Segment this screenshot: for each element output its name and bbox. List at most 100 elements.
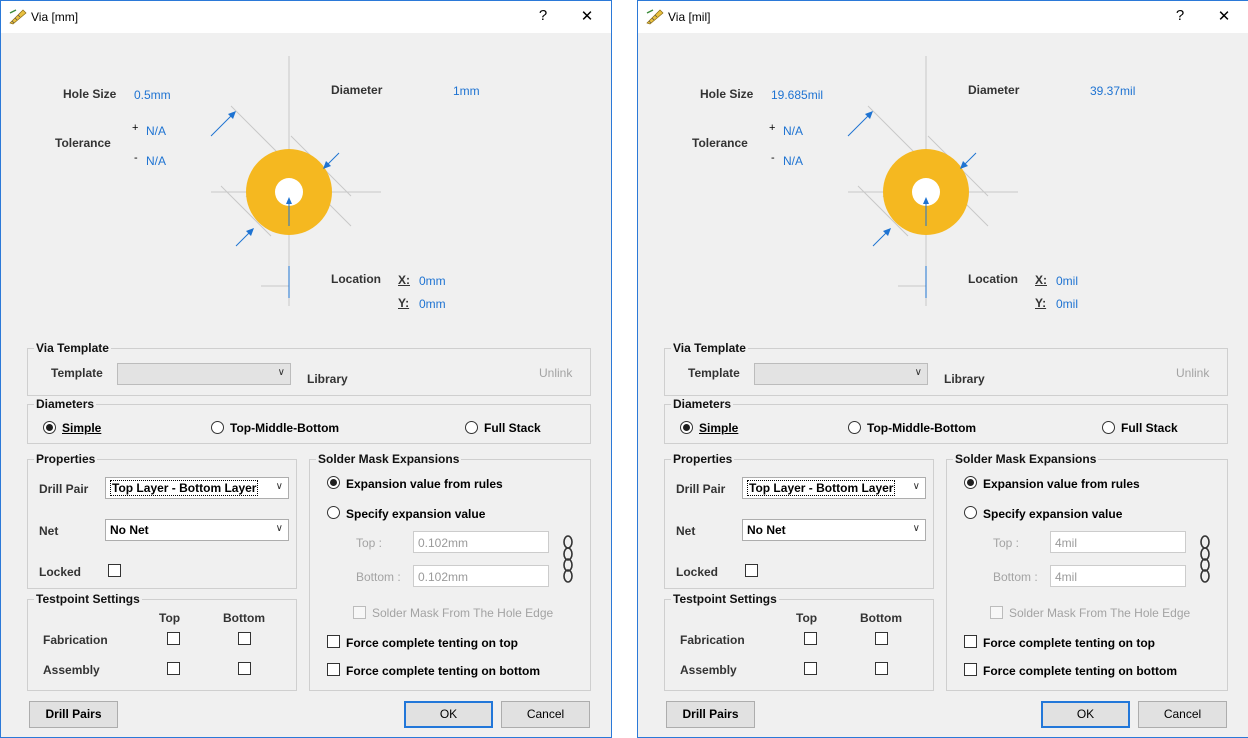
tent-top-checkbox[interactable]	[964, 635, 977, 648]
diameters-title: Diameters	[671, 397, 734, 411]
fabrication-top-checkbox[interactable]	[804, 632, 817, 645]
mask-top-input[interactable]: 0.102mm	[413, 531, 549, 553]
help-button[interactable]: ?	[531, 7, 555, 24]
drill-pair-label: Drill Pair	[676, 482, 726, 496]
cancel-button[interactable]: Cancel	[501, 701, 590, 728]
full-stack-radio[interactable]	[465, 421, 478, 434]
testpoint-col-bottom: Bottom	[223, 611, 265, 625]
template-label: Template	[688, 366, 740, 380]
testpoint-col-top: Top	[159, 611, 181, 625]
specify-expansion-radio[interactable]	[964, 506, 977, 519]
close-button[interactable]: ✕	[1212, 7, 1236, 25]
tolerance-plus-value[interactable]: N/A	[146, 124, 166, 138]
full-stack-radio-label[interactable]: Full Stack	[484, 421, 541, 435]
assembly-bottom-checkbox[interactable]	[875, 662, 888, 675]
template-dropdown[interactable]: ∨	[117, 363, 291, 385]
expansion-from-rules-label[interactable]: Expansion value from rules	[983, 477, 1140, 491]
locked-checkbox[interactable]	[745, 564, 758, 577]
cancel-button[interactable]: Cancel	[1138, 701, 1227, 728]
chain-link-icon[interactable]	[562, 535, 574, 583]
mask-from-hole-edge-checkbox[interactable]	[353, 606, 366, 619]
help-button[interactable]: ?	[1168, 7, 1192, 24]
tolerance-minus-value[interactable]: N/A	[146, 154, 166, 168]
properties-title: Properties	[671, 452, 735, 466]
testpoint-row-assembly: Assembly	[43, 663, 100, 677]
title-bar: Via [mil] ? ✕	[638, 1, 1248, 33]
diameter-value[interactable]: 39.37mil	[1090, 84, 1135, 98]
tent-top-checkbox[interactable]	[327, 635, 340, 648]
drill-pair-dropdown[interactable]: Top Layer - Bottom Layer ∨	[105, 477, 289, 499]
specify-expansion-radio[interactable]	[327, 506, 340, 519]
top-middle-bottom-radio[interactable]	[848, 421, 861, 434]
expansion-from-rules-label[interactable]: Expansion value from rules	[346, 477, 503, 491]
mask-bottom-input[interactable]: 4mil	[1050, 565, 1186, 587]
y-value[interactable]: 0mm	[419, 297, 446, 311]
testpoint-title: Testpoint Settings	[34, 592, 142, 606]
assembly-top-checkbox[interactable]	[167, 662, 180, 675]
hole-size-value[interactable]: 19.685mil	[771, 88, 823, 102]
solder-mask-title: Solder Mask Expansions	[953, 452, 1099, 466]
x-value[interactable]: 0mil	[1056, 274, 1078, 288]
fabrication-bottom-checkbox[interactable]	[238, 632, 251, 645]
hole-size-value[interactable]: 0.5mm	[134, 88, 171, 102]
simple-radio[interactable]	[43, 421, 56, 434]
tolerance-plus-value[interactable]: N/A	[783, 124, 803, 138]
mask-from-hole-edge-label[interactable]: Solder Mask From The Hole Edge	[372, 606, 553, 620]
tent-bottom-label[interactable]: Force complete tenting on bottom	[346, 664, 540, 678]
specify-expansion-label[interactable]: Specify expansion value	[983, 507, 1122, 521]
chain-link-icon[interactable]	[1199, 535, 1211, 583]
drill-pairs-button[interactable]: Drill Pairs	[666, 701, 755, 728]
y-value[interactable]: 0mil	[1056, 297, 1078, 311]
simple-radio-label[interactable]: Simple	[699, 421, 738, 435]
tent-bottom-checkbox[interactable]	[327, 663, 340, 676]
tent-top-label[interactable]: Force complete tenting on top	[346, 636, 518, 650]
tolerance-minus-value[interactable]: N/A	[783, 154, 803, 168]
net-dropdown[interactable]: No Net ∨	[105, 519, 289, 541]
ok-button[interactable]: OK	[1041, 701, 1130, 728]
ok-button[interactable]: OK	[404, 701, 493, 728]
top-middle-bottom-radio[interactable]	[211, 421, 224, 434]
top-middle-bottom-radio-label[interactable]: Top-Middle-Bottom	[867, 421, 976, 435]
template-dropdown[interactable]: ∨	[754, 363, 928, 385]
locked-label: Locked	[676, 565, 719, 579]
full-stack-radio[interactable]	[1102, 421, 1115, 434]
specify-expansion-label[interactable]: Specify expansion value	[346, 507, 485, 521]
drill-pair-dropdown[interactable]: Top Layer - Bottom Layer ∨	[742, 477, 926, 499]
diameter-value[interactable]: 1mm	[453, 84, 480, 98]
close-button[interactable]: ✕	[575, 7, 599, 25]
chevron-down-icon: ∨	[275, 481, 283, 492]
net-dropdown[interactable]: No Net ∨	[742, 519, 926, 541]
tent-bottom-checkbox[interactable]	[964, 663, 977, 676]
full-stack-radio-label[interactable]: Full Stack	[1121, 421, 1178, 435]
mask-bottom-input[interactable]: 0.102mm	[413, 565, 549, 587]
locked-label: Locked	[39, 565, 82, 579]
net-label: Net	[39, 524, 59, 538]
mask-top-input[interactable]: 4mil	[1050, 531, 1186, 553]
diameters-title: Diameters	[34, 397, 97, 411]
expansion-from-rules-radio[interactable]	[964, 476, 977, 489]
mask-top-label: Top :	[356, 536, 383, 550]
testpoint-col-top: Top	[796, 611, 818, 625]
tent-top-label[interactable]: Force complete tenting on top	[983, 636, 1155, 650]
top-middle-bottom-radio-label[interactable]: Top-Middle-Bottom	[230, 421, 339, 435]
x-value[interactable]: 0mm	[419, 274, 446, 288]
testpoint-row-assembly: Assembly	[680, 663, 737, 677]
assembly-bottom-checkbox[interactable]	[238, 662, 251, 675]
x-label: X:	[1035, 273, 1047, 287]
fabrication-bottom-checkbox[interactable]	[875, 632, 888, 645]
expansion-from-rules-radio[interactable]	[327, 476, 340, 489]
unlink-link[interactable]: Unlink	[539, 366, 572, 380]
tolerance-plus-sign: +	[769, 122, 776, 134]
unlink-link[interactable]: Unlink	[1176, 366, 1209, 380]
assembly-top-checkbox[interactable]	[804, 662, 817, 675]
drill-pairs-button[interactable]: Drill Pairs	[29, 701, 118, 728]
locked-checkbox[interactable]	[108, 564, 121, 577]
dialog-title: Via [mm]	[31, 10, 79, 24]
simple-radio-label[interactable]: Simple	[62, 421, 101, 435]
mask-from-hole-edge-checkbox[interactable]	[990, 606, 1003, 619]
tent-bottom-label[interactable]: Force complete tenting on bottom	[983, 664, 1177, 678]
mask-top-label: Top :	[993, 536, 1020, 550]
simple-radio[interactable]	[680, 421, 693, 434]
mask-from-hole-edge-label[interactable]: Solder Mask From The Hole Edge	[1009, 606, 1190, 620]
fabrication-top-checkbox[interactable]	[167, 632, 180, 645]
